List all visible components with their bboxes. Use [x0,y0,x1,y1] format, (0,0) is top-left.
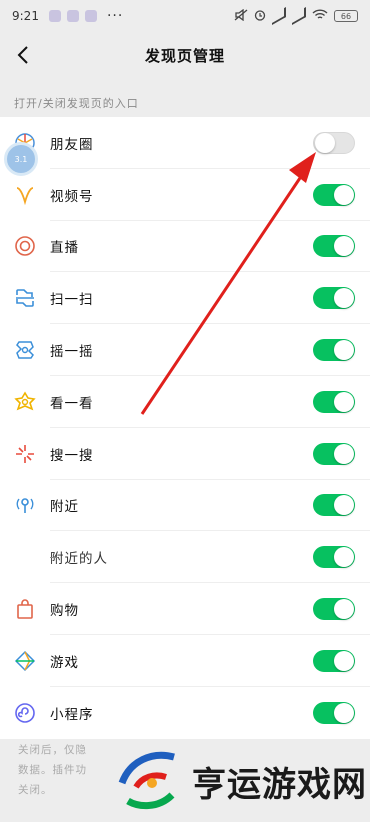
item-label: 视频号 [50,188,94,205]
item-label: 附近的人 [50,551,108,568]
live-toggle[interactable] [313,235,355,258]
item-label: 购物 [50,603,79,620]
item-label: 摇一摇 [50,344,94,361]
mute-icon [234,8,248,24]
list-item-scan: 扫一扫 [0,272,370,325]
list-item-nearby: 附近 [0,480,370,532]
item-label: 小程序 [50,706,94,723]
nav-bar: 发现页管理 [0,32,370,78]
list-item-shopping: 购物 [0,583,370,635]
watermark-logo [118,751,175,809]
item-label: 游戏 [50,654,79,671]
list-item-people-nearby: 附近的人 [0,531,370,584]
page-title: 发现页管理 [144,46,225,65]
discover-entries-list: 朋友圈 视频号 直播 扫一扫 摇一摇 看一看 搜一搜 附近 附近的人 购物 游戏… [0,117,370,739]
channels-icon [12,182,38,208]
list-item-live: 直播 [0,221,370,273]
games-toggle[interactable] [313,649,355,672]
search-toggle[interactable] [313,442,355,465]
toggle-knob [334,391,354,412]
notification-icons [48,10,97,22]
mini-programs-icon [12,700,38,726]
item-label: 直播 [50,240,79,257]
toggle-knob [315,132,335,153]
back-button[interactable] [6,38,40,72]
app-notification-icon [84,10,97,22]
toggle-knob [334,702,354,723]
item-label: 朋友圈 [50,136,94,153]
section-label: 打开/关闭发现页的入口 [14,97,139,110]
alarm-icon [254,9,266,24]
scan-icon [12,285,38,311]
toggle-knob [334,547,354,568]
nearby-toggle[interactable] [313,494,355,517]
games-icon [12,648,38,674]
search-icon [12,441,38,467]
list-item-channels: 视频号 [0,169,370,221]
toggle-knob [334,340,354,361]
people-nearby-toggle[interactable] [313,546,355,569]
toggle-knob [334,184,354,205]
wifi-icon [312,8,328,24]
more-notifications-icon: ··· [106,8,124,24]
app-notification-icon [48,10,61,22]
system-icons: 66 [234,6,358,26]
top-stories-toggle[interactable] [313,390,355,413]
item-label: 看一看 [50,395,94,412]
watermark-text: 亨运游戏网 [192,764,367,805]
item-label: 搜一搜 [50,447,94,464]
status-bar: 9:21 ··· 66 [0,0,370,32]
list-item-games: 游戏 [0,635,370,687]
shopping-icon [12,596,38,622]
app-notification-icon [66,10,79,22]
toggle-knob [334,443,354,464]
floating-assist-bubble[interactable]: 3.1 [4,142,38,176]
shopping-toggle[interactable] [313,598,355,621]
signal-icon-2 [292,6,306,26]
list-item-moments: 朋友圈 [0,117,370,169]
toggle-knob [334,495,354,516]
nearby-icon [12,492,38,518]
site-watermark: 亨运游戏网 [112,740,370,822]
item-label: 附近 [50,499,79,516]
mini-programs-toggle[interactable] [313,701,355,724]
shake-toggle[interactable] [313,339,355,362]
sub-item-dash [50,557,58,559]
toggle-knob [334,650,354,671]
shake-icon [12,337,38,363]
status-time: 9:21 [12,9,39,23]
list-item-shake: 摇一摇 [0,324,370,376]
toggle-knob [334,236,354,257]
list-item-search: 搜一搜 [0,428,370,480]
toggle-knob [334,599,354,620]
battery-icon: 66 [334,10,358,22]
live-icon [12,233,38,259]
item-label: 扫一扫 [50,292,94,309]
signal-icon [272,6,286,26]
channels-toggle[interactable] [313,183,355,206]
list-item-mini-programs: 小程序 [0,687,370,739]
top-stories-icon [12,389,38,415]
list-item-top-stories: 看一看 [0,376,370,428]
scan-toggle[interactable] [313,287,355,310]
moments-toggle[interactable] [313,131,355,154]
toggle-knob [334,288,354,309]
chevron-left-icon [17,46,28,64]
